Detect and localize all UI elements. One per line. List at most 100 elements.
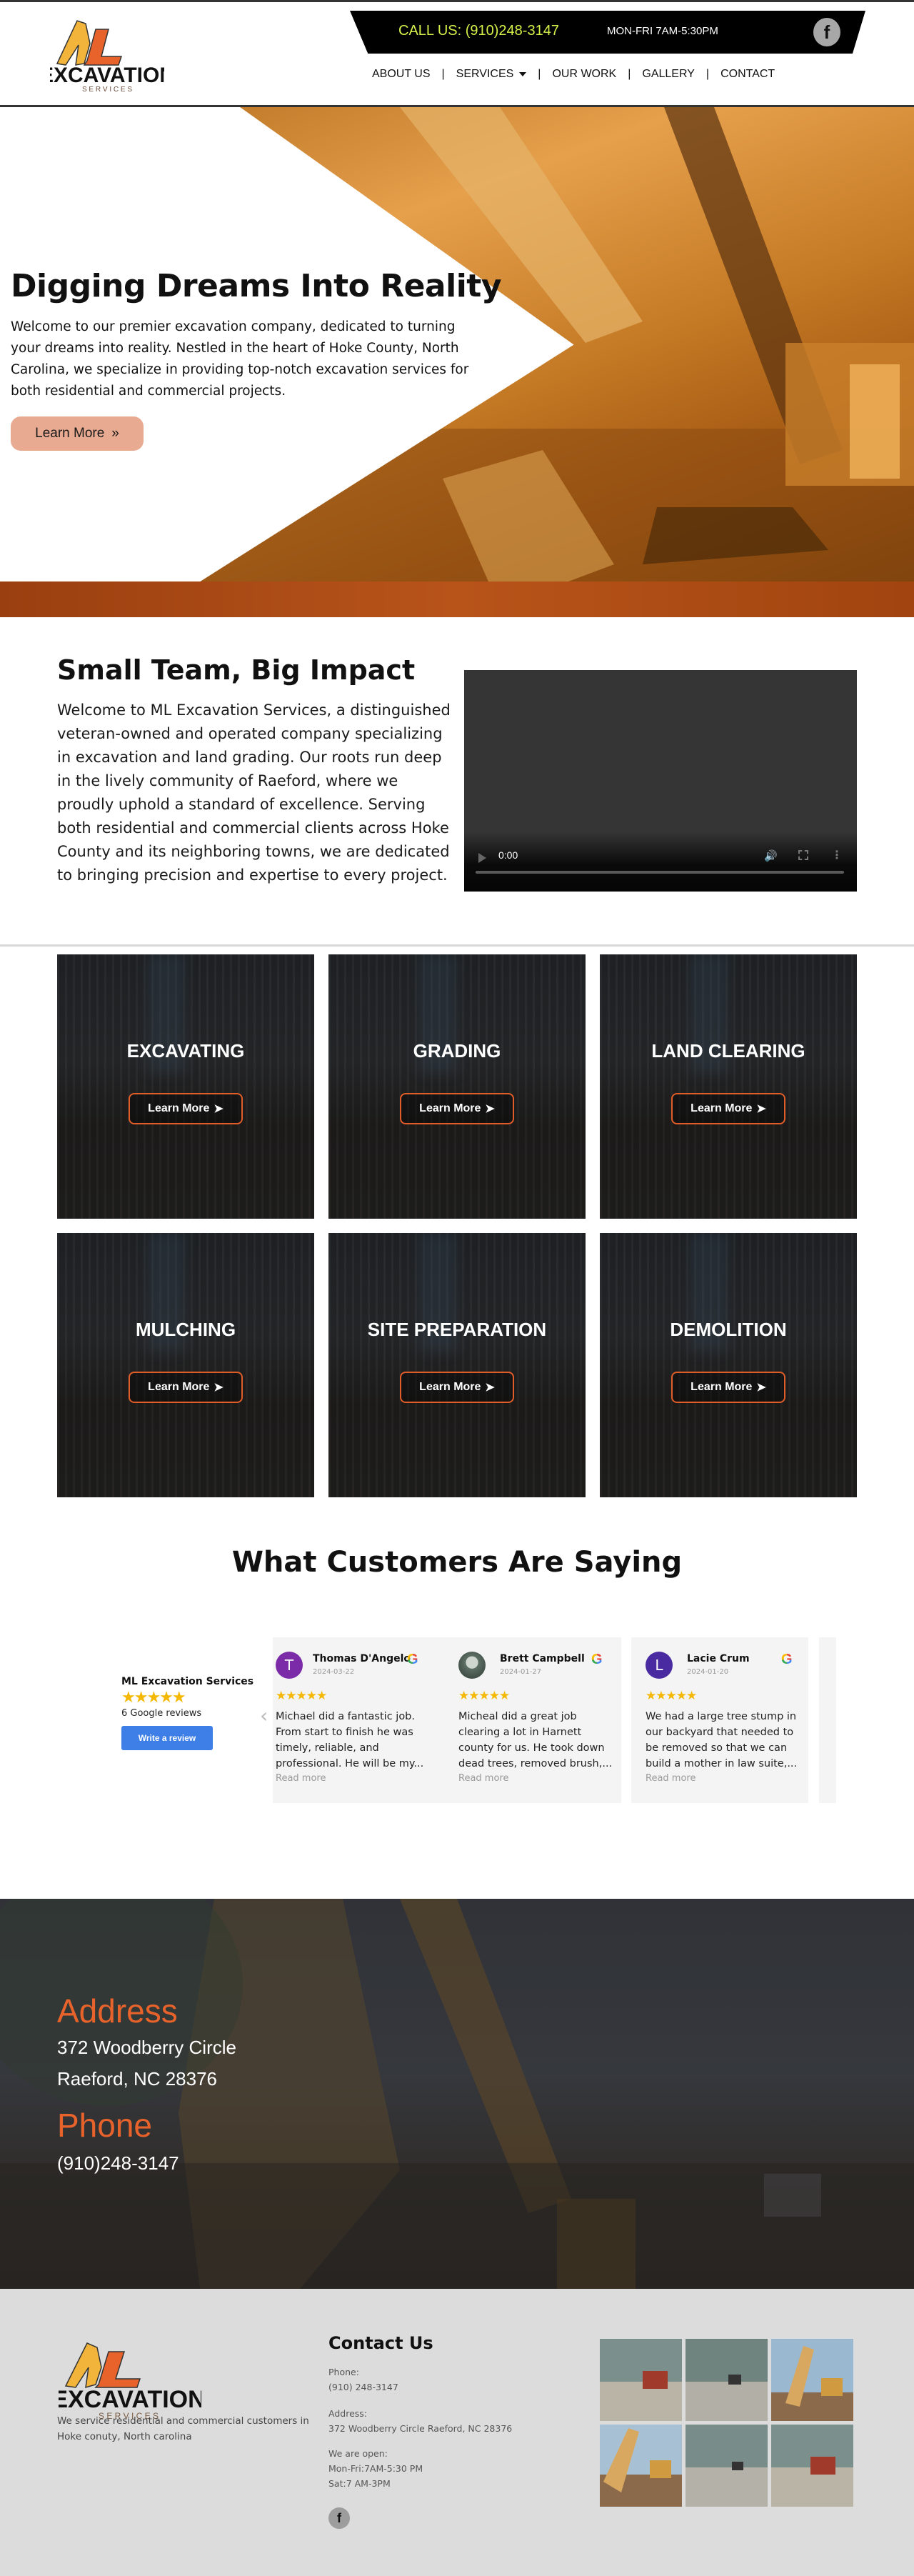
gallery-thumbnail[interactable] bbox=[600, 2425, 682, 2507]
button-label: Learn More bbox=[148, 1102, 210, 1114]
service-title: SITE PREPARATION bbox=[367, 1319, 547, 1340]
address-line-1: 372 Woodberry Circle bbox=[57, 2037, 236, 2058]
phone-number[interactable]: (910)248-3147 bbox=[57, 2152, 179, 2175]
service-learn-more-button[interactable]: Learn More ➤ bbox=[129, 1372, 243, 1403]
avatar: T bbox=[276, 1652, 303, 1679]
more-options-icon[interactable]: ⋮ bbox=[831, 848, 843, 862]
service-title: MULCHING bbox=[135, 1319, 236, 1340]
hero-text: Welcome to our premier excavation compan… bbox=[11, 319, 469, 399]
google-icon: G bbox=[407, 1652, 418, 1667]
review-company-name: ML Excavation Services bbox=[121, 1676, 254, 1687]
nav-services[interactable]: SERVICES bbox=[445, 68, 538, 81]
gallery-thumbnail[interactable] bbox=[686, 2339, 768, 2421]
footer-phone[interactable]: (910) 248-3147 bbox=[328, 2380, 398, 2395]
navigation-arrow-icon: ➤ bbox=[214, 1103, 224, 1115]
review-card-partial bbox=[819, 1637, 836, 1803]
site-logo[interactable]: EXCAVATION S E R V I C E S bbox=[39, 15, 175, 94]
gallery-image bbox=[771, 2339, 853, 2421]
review-card: Brett Campbell 2024-01-27 G ★★★★★ Michea… bbox=[444, 1637, 621, 1803]
gallery-thumbnail[interactable] bbox=[686, 2425, 768, 2507]
google-icon: G bbox=[591, 1652, 603, 1667]
gallery-image bbox=[600, 2339, 682, 2421]
business-hours: MON-FRI 7AM-5:30PM bbox=[607, 25, 718, 37]
volume-icon[interactable]: 🔊 bbox=[764, 849, 778, 862]
service-learn-more-button[interactable]: Learn More ➤ bbox=[671, 1093, 785, 1124]
facebook-icon[interactable]: f bbox=[813, 18, 840, 46]
phone-heading: Phone bbox=[57, 2107, 153, 2144]
review-date: 2024-01-27 bbox=[500, 1668, 542, 1676]
footer-hours-weekday: Mon-Fri:7AM-5:30 PM bbox=[328, 2463, 423, 2474]
contact-topbar: CALL US: (910)248-3147 MON-FRI 7AM-5:30P… bbox=[350, 11, 865, 54]
facebook-icon[interactable]: f bbox=[328, 2507, 350, 2529]
review-date: 2024-03-22 bbox=[313, 1668, 355, 1676]
double-chevron-right-icon: » bbox=[111, 426, 119, 441]
review-date: 2024-01-20 bbox=[687, 1668, 729, 1676]
navigation-arrow-icon: ➤ bbox=[485, 1382, 495, 1394]
service-learn-more-button[interactable]: Learn More ➤ bbox=[129, 1093, 243, 1124]
review-text: We had a large tree stump in our backyar… bbox=[646, 1711, 798, 1769]
read-more-link[interactable]: Read more bbox=[276, 1773, 326, 1784]
service-learn-more-button[interactable]: Learn More ➤ bbox=[400, 1093, 514, 1124]
hero-bottom-band bbox=[0, 581, 914, 617]
carousel-prev-icon[interactable]: ‹ bbox=[260, 1706, 271, 1726]
site-footer: EXCAVATION S E R V I C E S We service re… bbox=[0, 2289, 914, 2576]
svg-text:EXCAVATION: EXCAVATION bbox=[50, 64, 164, 87]
read-more-link[interactable]: Read more bbox=[646, 1773, 695, 1784]
button-label: Learn More bbox=[690, 1102, 753, 1114]
footer-hours-saturday: Sat:7 AM-3PM bbox=[328, 2478, 391, 2489]
review-summary: ML Excavation Services ★★★★★ 6 Google re… bbox=[121, 1676, 253, 1750]
google-icon: G bbox=[781, 1652, 793, 1667]
service-card-excavating: EXCAVATING Learn More ➤ bbox=[57, 954, 314, 1219]
nav-about-us[interactable]: ABOUT US bbox=[361, 68, 442, 81]
gallery-thumbnail[interactable] bbox=[771, 2339, 853, 2421]
service-learn-more-button[interactable]: Learn More ➤ bbox=[400, 1372, 514, 1403]
service-card-mulching: MULCHING Learn More ➤ bbox=[57, 1233, 314, 1497]
read-more-link[interactable]: Read more bbox=[458, 1773, 508, 1784]
button-label: Learn More bbox=[690, 1381, 753, 1393]
reviewer-name: Thomas D'Angelo bbox=[313, 1653, 411, 1664]
hero-learn-more-button[interactable]: Learn More » bbox=[11, 416, 144, 451]
gallery-image bbox=[686, 2339, 768, 2421]
logo-graphic: EXCAVATION S E R V I C E S bbox=[39, 20, 175, 94]
about-video-player[interactable]: 0:00 🔊 ⋮ bbox=[464, 670, 857, 892]
gallery-thumbnail[interactable] bbox=[600, 2339, 682, 2421]
address-line-2: Raeford, NC 28376 bbox=[57, 2068, 218, 2090]
footer-logo[interactable]: EXCAVATION S E R V I C E S bbox=[51, 2339, 206, 2425]
reviews-title: What Customers Are Saying bbox=[231, 1546, 683, 1579]
service-learn-more-button[interactable]: Learn More ➤ bbox=[671, 1372, 785, 1403]
video-progress-slider[interactable] bbox=[476, 871, 844, 874]
video-time: 0:00 bbox=[498, 849, 518, 861]
review-card: T Thomas D'Angelo 2024-03-22 G ★★★★★ Mic… bbox=[273, 1637, 450, 1803]
service-title: GRADING bbox=[413, 1040, 501, 1062]
footer-address-label: Address: bbox=[328, 2408, 367, 2419]
footer-address: 372 Woodberry Circle Raeford, NC 28376 bbox=[328, 2423, 513, 2434]
button-label: Learn More bbox=[419, 1102, 481, 1114]
review-count: 6 Google reviews bbox=[121, 1708, 202, 1719]
write-review-button[interactable]: Write a review bbox=[121, 1726, 213, 1750]
service-title: EXCAVATING bbox=[126, 1040, 245, 1062]
navigation-arrow-icon: ➤ bbox=[756, 1382, 766, 1394]
nav-gallery[interactable]: GALLERY bbox=[631, 68, 706, 81]
section-divider bbox=[0, 944, 914, 947]
address-heading: Address bbox=[57, 1992, 178, 2030]
nav-our-work[interactable]: OUR WORK bbox=[541, 68, 628, 81]
contact-band: Address 372 Woodberry Circle Raeford, NC… bbox=[0, 1899, 914, 2289]
service-card-land-clearing: LAND CLEARING Learn More ➤ bbox=[600, 954, 857, 1219]
footer-contact-title: Contact Us bbox=[328, 2333, 433, 2353]
gallery-thumbnail[interactable] bbox=[771, 2425, 853, 2507]
review-stars: ★★★★★ bbox=[458, 1689, 510, 1703]
nav-contact[interactable]: CONTACT bbox=[709, 68, 786, 81]
play-icon[interactable] bbox=[478, 853, 486, 863]
call-us-phone[interactable]: CALL US: (910)248-3147 bbox=[398, 23, 559, 39]
gallery-image bbox=[686, 2425, 768, 2507]
button-label: Learn More bbox=[419, 1381, 481, 1393]
reviewer-name: Lacie Crum bbox=[687, 1653, 750, 1664]
rating-stars: ★★★★★ bbox=[121, 1689, 186, 1707]
service-title: DEMOLITION bbox=[670, 1319, 787, 1340]
button-label: Learn More bbox=[148, 1381, 210, 1393]
footer-phone-label: Phone: bbox=[328, 2367, 359, 2377]
navigation-arrow-icon: ➤ bbox=[756, 1103, 766, 1115]
service-title: LAND CLEARING bbox=[651, 1040, 805, 1062]
svg-text:S E R V I C E S: S E R V I C E S bbox=[82, 86, 132, 94]
fullscreen-icon[interactable] bbox=[798, 850, 808, 860]
